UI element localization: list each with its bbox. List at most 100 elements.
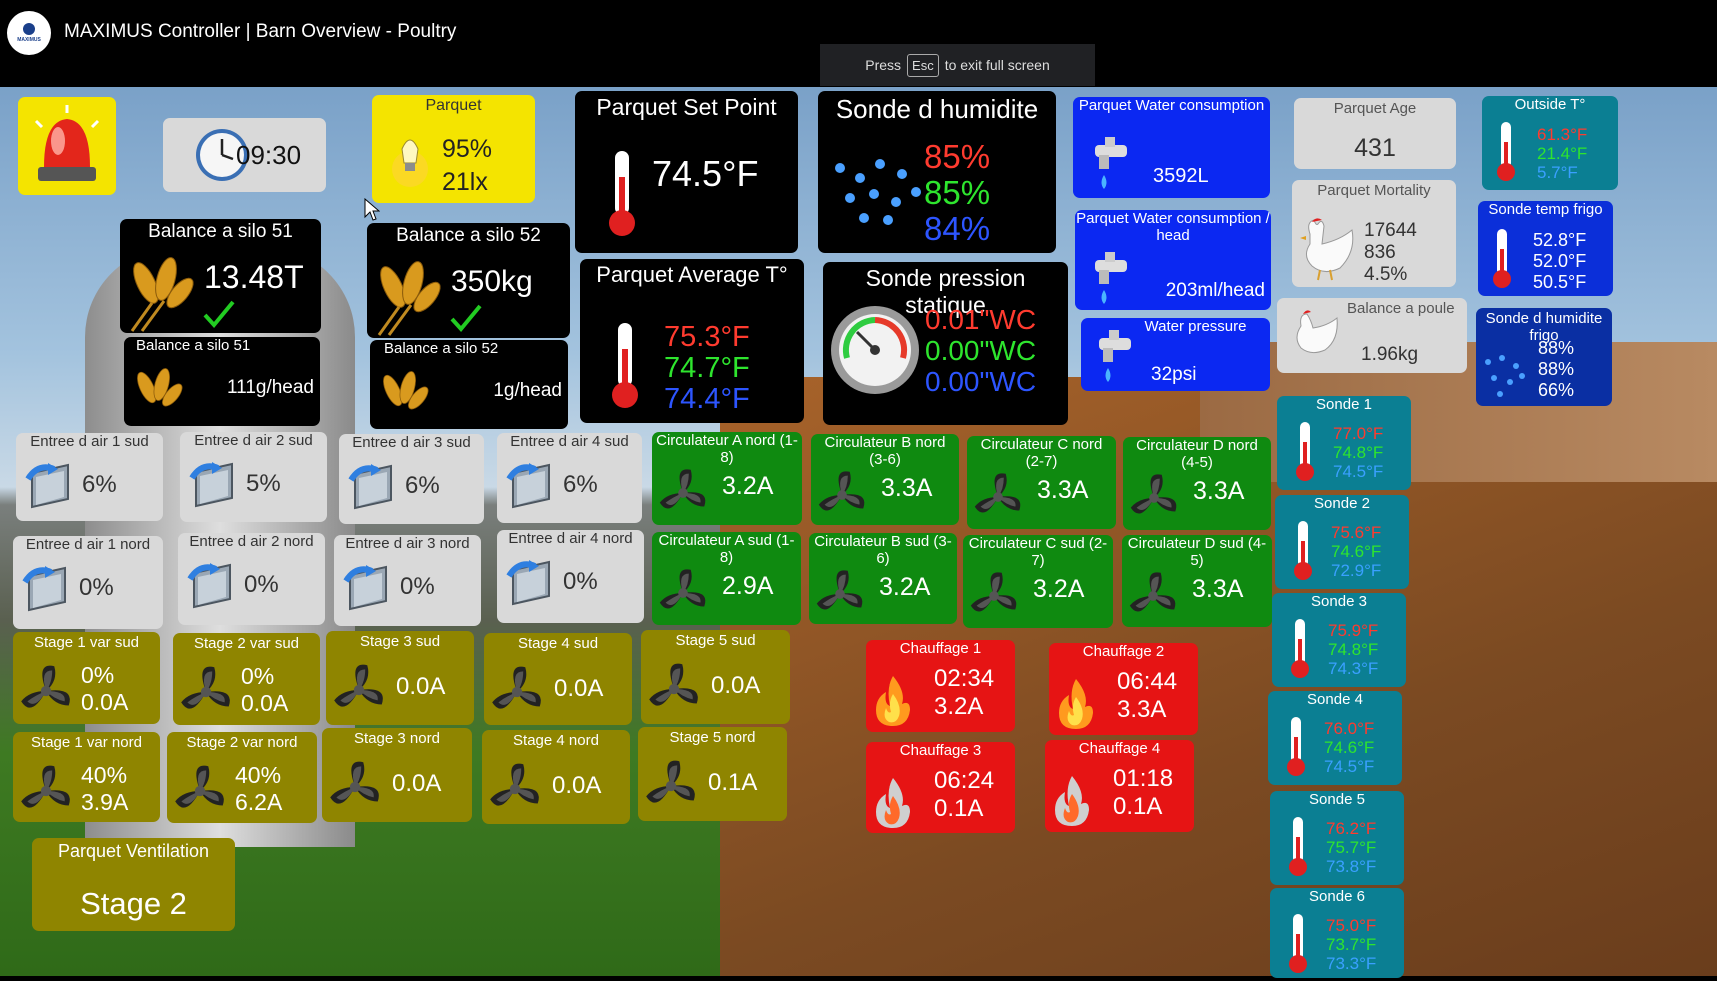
heater-1-tile[interactable]: Chauffage 1 02:34 3.2A xyxy=(866,640,1015,732)
circulator-1-tile[interactable]: Circulateur A nord (1-8) 3.2A xyxy=(652,432,802,525)
circulator-value: 3.3A xyxy=(881,474,933,502)
fan-icon xyxy=(484,758,546,824)
alarm-button[interactable] xyxy=(18,97,116,195)
fan-stage-label: Stage 3 nord xyxy=(354,730,440,747)
water-per-head-tile[interactable]: Parquet Water consumption / head 203ml/h… xyxy=(1075,210,1271,310)
check-icon xyxy=(203,300,235,329)
silo-51-scale-tile[interactable]: Balance a silo 51 13.48T xyxy=(120,219,321,333)
lights-tile[interactable]: Parquet 95% 21lx xyxy=(372,95,535,203)
fan-stage-amps: 0.0A xyxy=(554,675,604,702)
fan-stage-5-tile[interactable]: Stage 5 sud 0.0A xyxy=(641,630,790,724)
probe-3-tile[interactable]: Sonde 3 75.9°F 74.8°F 74.3°F xyxy=(1272,593,1406,687)
fan-stage-label: Stage 5 nord xyxy=(669,729,756,746)
average-temp-title: Parquet Average T° xyxy=(596,262,788,287)
static-pressure-value-2: 0.00"WC xyxy=(925,335,1037,366)
heater-4-tile[interactable]: Chauffage 4 01:18 0.1A xyxy=(1045,740,1194,832)
mouse-cursor-icon xyxy=(364,198,380,221)
circulator-8-tile[interactable]: Circulateur D sud (4-5) 3.3A xyxy=(1122,535,1272,627)
probe-2-title: Sonde 2 xyxy=(1314,495,1370,512)
air-inlet-1-tile[interactable]: Entree d air 1 sud 6% xyxy=(16,433,163,521)
fan-stage-7-tile[interactable]: Stage 2 var nord 40% 6.2A xyxy=(167,732,317,823)
heater-runtime: 06:44 xyxy=(1117,668,1178,695)
average-temp-tile[interactable]: Parquet Average T° 75.3°F 74.7°F 74.4°F xyxy=(580,259,804,423)
wheat-icon xyxy=(130,257,194,332)
air-inlet-8-tile[interactable]: Entree d air 4 nord 0% xyxy=(497,530,644,623)
water-pressure-title: Water pressure xyxy=(1144,318,1247,335)
probe-2-tile[interactable]: Sonde 2 75.6°F 74.6°F 72.9°F xyxy=(1275,495,1409,589)
circulator-value: 3.3A xyxy=(1193,477,1245,505)
average-temp-value-3: 74.4°F xyxy=(664,383,750,415)
fan-stage-1-tile[interactable]: Stage 1 var sud 0% 0.0A xyxy=(13,632,160,724)
bird-scale-tile[interactable]: Balance a poule 1.96kg xyxy=(1277,298,1467,373)
water-consumption-tile[interactable]: Parquet Water consumption 3592L xyxy=(1073,97,1270,198)
silo-51-per-head-tile[interactable]: Balance a silo 51 111g/head xyxy=(124,337,320,426)
air-inlet-value: 6% xyxy=(405,472,440,499)
probe-6-title: Sonde 6 xyxy=(1309,888,1365,905)
heater-3-tile[interactable]: Chauffage 3 06:24 0.1A xyxy=(866,742,1015,833)
heater-2-tile[interactable]: Chauffage 2 06:44 3.3A xyxy=(1049,643,1198,735)
fan-stage-amps: 0.0A xyxy=(711,672,761,699)
air-inlet-7-tile[interactable]: Entree d air 3 nord 0% xyxy=(334,535,481,626)
outside-temp-tile[interactable]: Outside T° 61.3°F 21.4°F 5.7°F xyxy=(1482,96,1618,190)
probe-5-value-1: 76.2°F xyxy=(1326,819,1377,838)
circulator-7-tile[interactable]: Circulateur C sud (2-7) 3.2A xyxy=(963,535,1113,628)
circulator-5-tile[interactable]: Circulateur A sud (1-8) 2.9A xyxy=(652,532,801,625)
silo-52-scale-tile[interactable]: Balance a silo 52 350kg xyxy=(367,223,570,338)
air-inlet-label: Entree d air 1 sud xyxy=(30,433,149,450)
clock-time: 09:30 xyxy=(236,140,302,170)
circulator-6-tile[interactable]: Circulateur B sud (3-6) 3.2A xyxy=(809,533,957,624)
circulator-label: Circulateur A sud (1-8) xyxy=(658,532,795,566)
fan-icon xyxy=(965,567,1023,628)
fan-stage-9-tile[interactable]: Stage 4 nord 0.0A xyxy=(482,730,630,824)
humidity-value-2: 85% xyxy=(924,174,991,211)
fan-stage-4-tile[interactable]: Stage 4 sud 0.0A xyxy=(484,633,632,725)
fan-stage-10-tile[interactable]: Stage 5 nord 0.1A xyxy=(638,727,787,821)
air-inlet-5-tile[interactable]: Entree d air 1 nord 0% xyxy=(13,536,163,629)
mortality-value-3: 4.5% xyxy=(1364,264,1408,285)
water-pressure-tile[interactable]: Water pressure 32psi xyxy=(1081,318,1270,391)
fan-icon xyxy=(486,661,548,725)
silo-52-per-head-value: 1g/head xyxy=(493,380,562,401)
air-inlet-value: 6% xyxy=(82,471,117,498)
fan-icon xyxy=(328,659,390,725)
water-pressure-value: 32psi xyxy=(1151,364,1197,385)
air-inlet-4-tile[interactable]: Entree d air 4 sud 6% xyxy=(497,433,642,523)
probe-5-tile[interactable]: Sonde 5 76.2°F 75.7°F 73.8°F xyxy=(1270,791,1404,885)
circulator-3-tile[interactable]: Circulateur C nord (2-7) 3.3A xyxy=(967,436,1116,529)
fan-stage-8-tile[interactable]: Stage 3 nord 0.0A xyxy=(322,728,472,822)
air-inlet-3-tile[interactable]: Entree d air 3 sud 6% xyxy=(339,434,484,524)
air-inlet-2-tile[interactable]: Entree d air 2 sud 5% xyxy=(180,432,327,522)
fan-icon xyxy=(1125,469,1183,530)
air-inlet-icon xyxy=(22,459,76,516)
ventilation-stage-tile[interactable]: Parquet Ventilation Stage 2 xyxy=(32,838,235,931)
probe-4-value-2: 74.6°F xyxy=(1324,738,1375,757)
static-pressure-tile[interactable]: Sonde pression statique 0.01"WC 0.00"WC … xyxy=(823,262,1068,425)
humidity-tile[interactable]: Sonde d humidite 85% 85% 84% xyxy=(818,91,1056,253)
thermometer-icon xyxy=(1294,521,1312,580)
water-consumption-value: 3592L xyxy=(1153,165,1209,187)
probe-1-tile[interactable]: Sonde 1 77.0°F 74.8°F 74.5°F xyxy=(1277,396,1411,490)
age-tile[interactable]: Parquet Age 431 xyxy=(1294,98,1456,169)
probe-6-tile[interactable]: Sonde 6 75.0°F 73.7°F 73.3°F xyxy=(1270,888,1404,978)
probe-3-value-3: 74.3°F xyxy=(1328,659,1379,678)
silo-52-per-head-tile[interactable]: Balance a silo 52 1g/head xyxy=(370,340,568,429)
silo-52-value: 350kg xyxy=(451,265,533,298)
silo-51-value: 13.48T xyxy=(204,259,304,295)
circulator-2-tile[interactable]: Circulateur B nord (3-6) 3.3A xyxy=(811,434,959,525)
fan-stage-2-tile[interactable]: Stage 2 var sud 0% 0.0A xyxy=(173,633,320,725)
set-point-tile[interactable]: Parquet Set Point 74.5°F xyxy=(575,91,798,253)
fan-icon xyxy=(969,468,1027,529)
fridge-humidity-tile[interactable]: Sonde d humidite frigo 88% 88% 66% xyxy=(1476,308,1612,406)
fridge-temp-tile[interactable]: Sonde temp frigo 52.8°F 52.0°F 50.5°F xyxy=(1478,201,1613,296)
fan-stage-6-tile[interactable]: Stage 1 var nord 40% 3.9A xyxy=(13,732,160,822)
mortality-tile[interactable]: Parquet Mortality 17644 836 4.5% xyxy=(1292,180,1456,287)
circulator-4-tile[interactable]: Circulateur D nord (4-5) 3.3A xyxy=(1123,437,1271,530)
fan-icon xyxy=(175,661,237,725)
air-inlet-6-tile[interactable]: Entree d air 2 nord 0% xyxy=(178,533,325,625)
hen-icon xyxy=(1296,310,1338,354)
probe-1-value-2: 74.8°F xyxy=(1333,443,1384,462)
probe-3-title: Sonde 3 xyxy=(1311,593,1367,610)
probe-4-tile[interactable]: Sonde 4 76.0°F 74.6°F 74.5°F xyxy=(1268,691,1402,785)
fan-stage-3-tile[interactable]: Stage 3 sud 0.0A xyxy=(326,631,474,725)
fan-stage-label: Stage 4 nord xyxy=(513,732,599,749)
